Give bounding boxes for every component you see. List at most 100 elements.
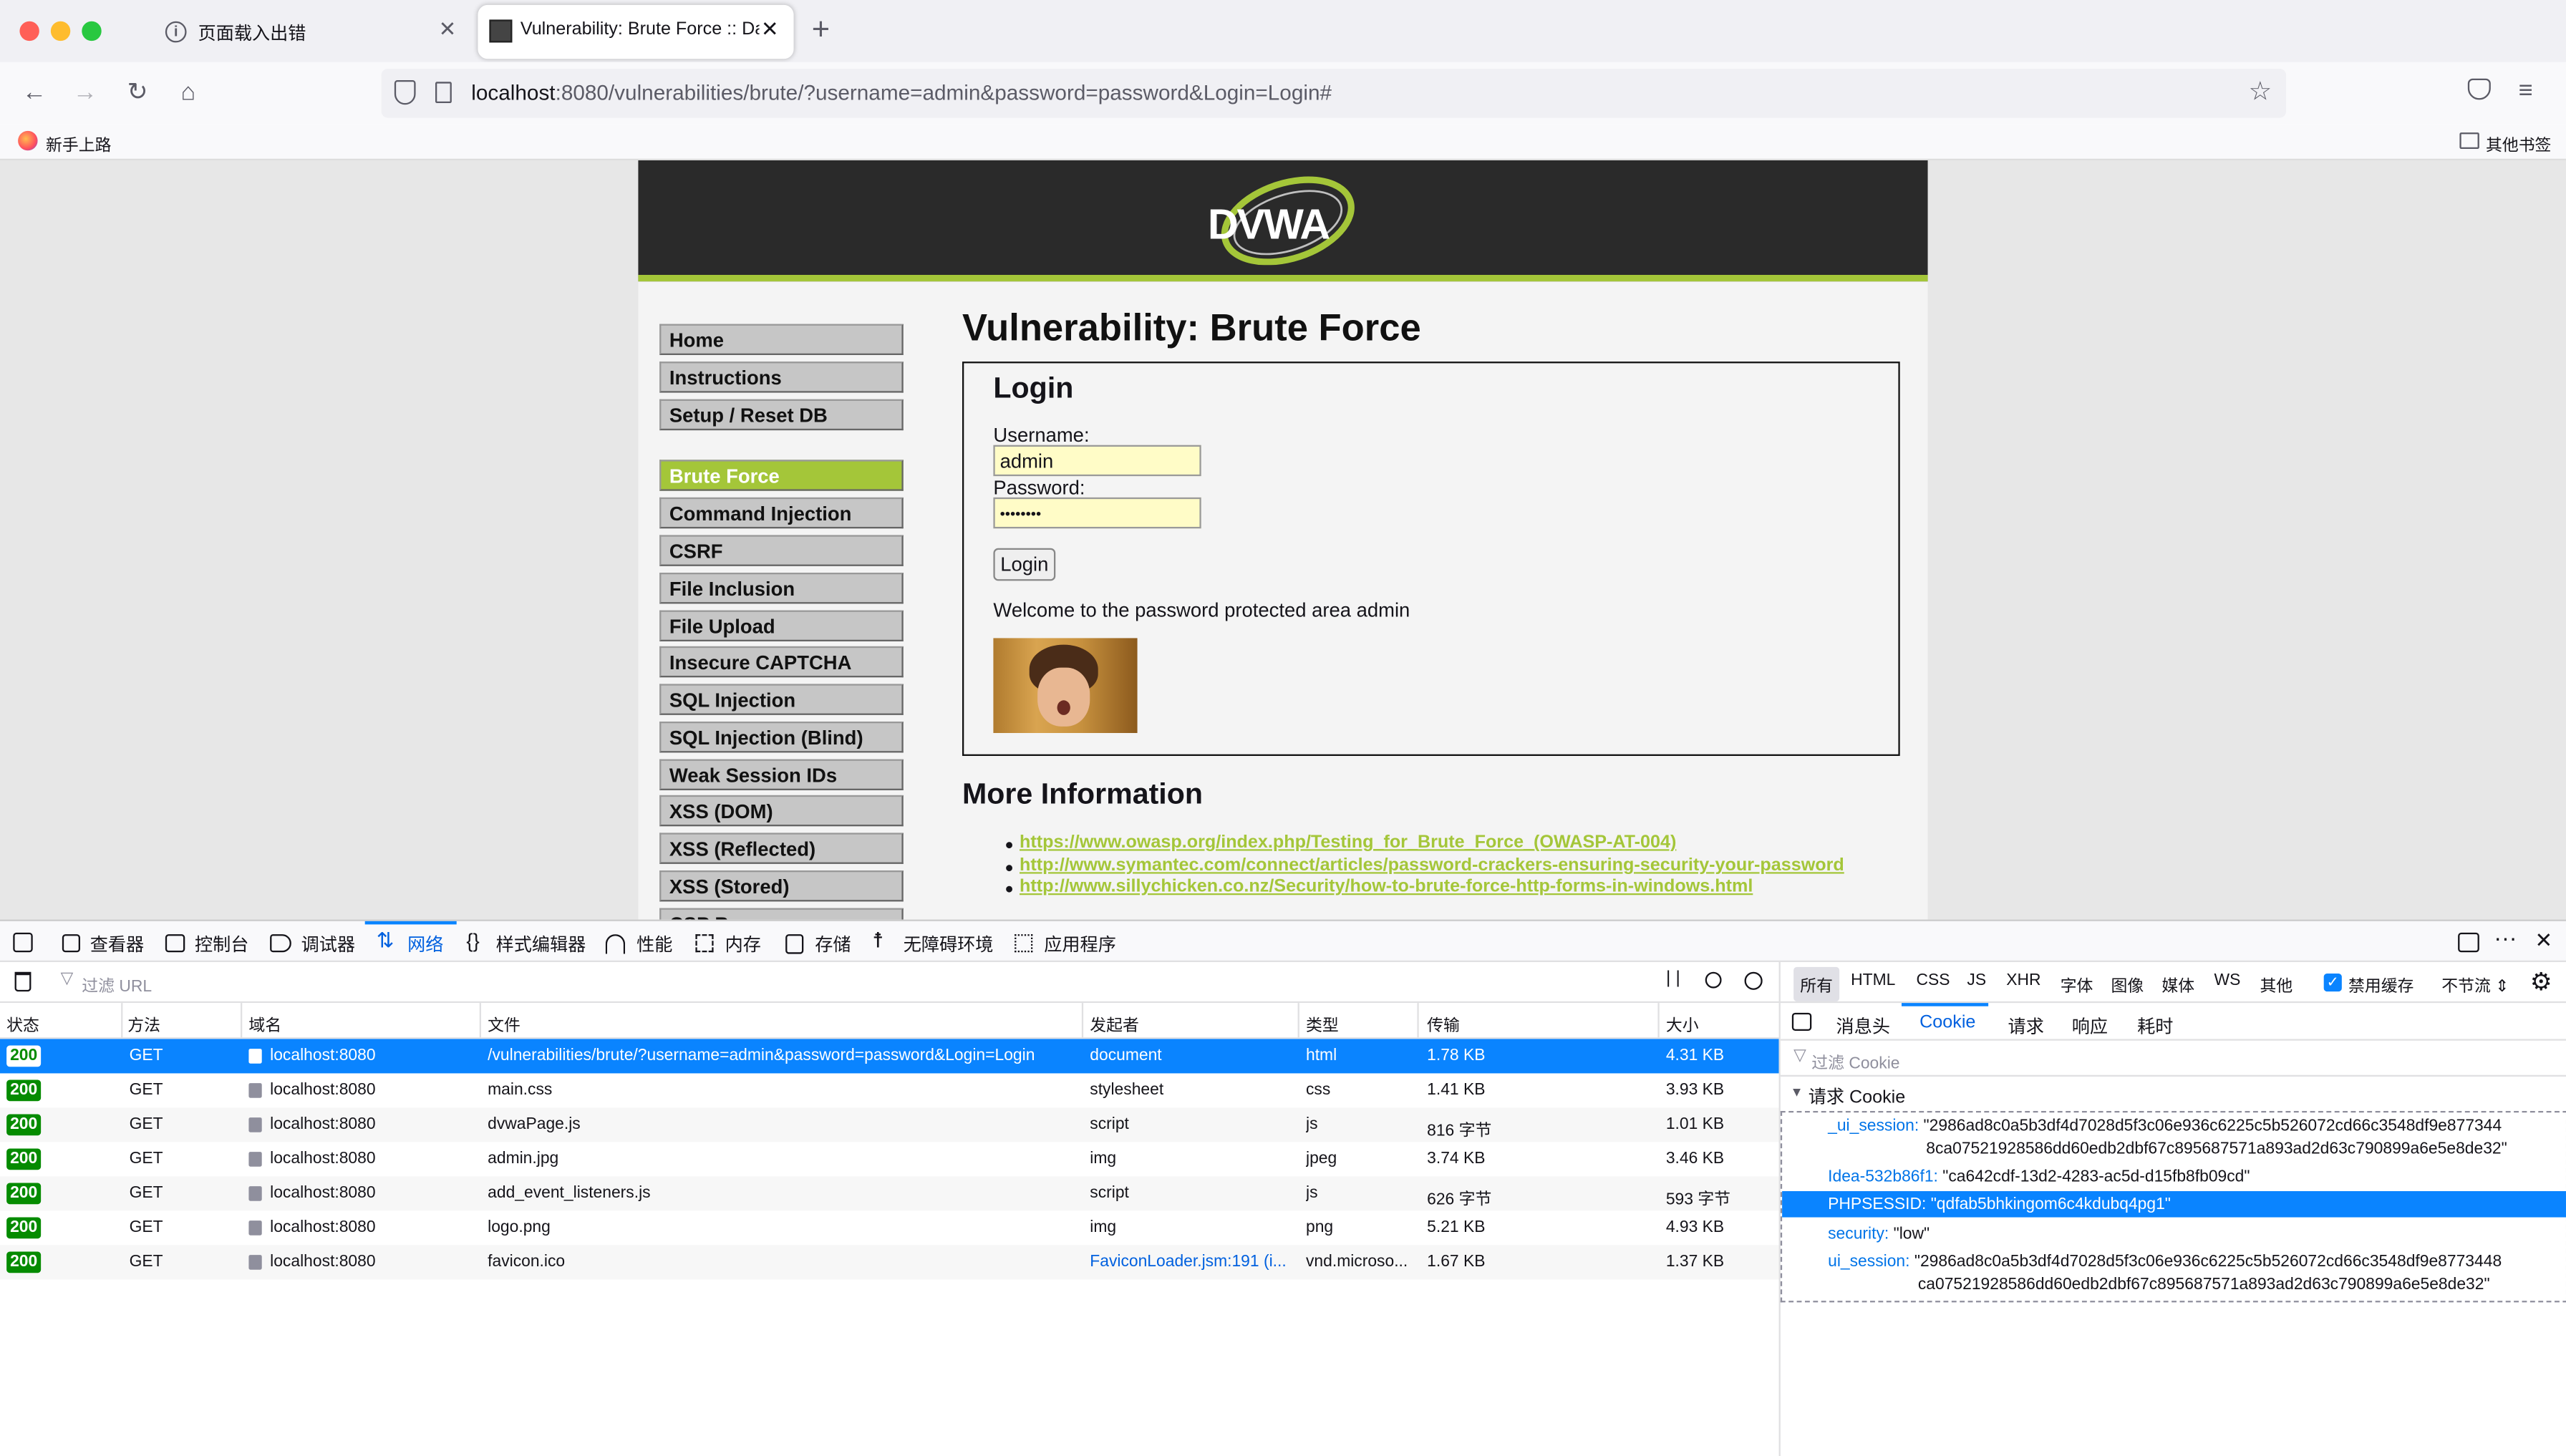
tool-style-editor[interactable]: 样式编辑器 [496, 931, 586, 958]
settings-gear-icon[interactable]: ⚙ [2530, 967, 2552, 996]
menu-file-inclusion[interactable]: File Inclusion [659, 572, 904, 604]
col-status[interactable]: 状态 [6, 1011, 39, 1036]
table-row[interactable]: 200 GET localhost:8080 logo.png img png … [0, 1210, 1779, 1245]
cell-initiator-link[interactable]: FaviconLoader.jsm:191 (i... [1090, 1253, 1292, 1271]
shield-icon[interactable] [394, 79, 416, 105]
tool-storage[interactable]: 存储 [815, 931, 851, 958]
filter-xhr[interactable]: XHR [2006, 972, 2040, 990]
disable-cache-checkbox[interactable]: ✓ [2323, 973, 2342, 992]
link-sillychicken[interactable]: http://www.sillychicken.co.nz/Security/h… [1020, 877, 1753, 896]
password-input[interactable]: •••••••• [993, 497, 1201, 529]
menu-instructions[interactable]: Instructions [659, 361, 904, 393]
new-tab-button[interactable]: + [812, 13, 830, 49]
minimize-window-button[interactable] [50, 21, 71, 42]
cookie-ui-session[interactable]: _ui_session: "2986ad8c0a5b3df4d7028d5f3c… [1828, 1117, 2502, 1135]
link-symantec[interactable]: http://www.symantec.com/connect/articles… [1020, 855, 1844, 875]
cookie-filter-input[interactable]: 过滤 Cookie [1811, 1049, 1899, 1073]
url-bar[interactable]: localhost:8080/vulnerabilities/brute/?us… [381, 68, 2287, 118]
tab-dvwa-brute-force[interactable]: Vulnerability: Brute Force :: Dam ✕ [478, 4, 794, 59]
filter-media[interactable]: 媒体 [2161, 972, 2194, 996]
tab-error-page[interactable]: i 页面载入出错 ✕ [150, 5, 471, 59]
menu-sql-injection[interactable]: SQL Injection [659, 684, 904, 715]
table-row[interactable]: 200 GET localhost:8080 favicon.ico Favic… [0, 1245, 1779, 1280]
menu-file-upload[interactable]: File Upload [659, 610, 904, 641]
tab-cookie[interactable]: Cookie [1919, 1013, 1975, 1032]
menu-csrf[interactable]: CSRF [659, 535, 904, 566]
filter-images[interactable]: 图像 [2111, 972, 2144, 996]
dock-icon[interactable] [2458, 932, 2479, 953]
tool-memory[interactable]: 内存 [725, 931, 761, 958]
cookie-security[interactable]: security: "low" [1828, 1226, 1930, 1243]
disable-cache-label[interactable]: 禁用缓存 [2348, 972, 2414, 996]
col-method[interactable]: 方法 [127, 1011, 160, 1036]
url-filter-input[interactable]: 过滤 URL [82, 972, 152, 996]
url-text[interactable]: localhost:8080/vulnerabilities/brute/?us… [471, 80, 1332, 105]
cookie-idea[interactable]: Idea-532b86f1: "ca642cdf-13d2-4283-ac5d-… [1828, 1168, 2250, 1186]
home-icon[interactable]: ⌂ [173, 79, 203, 108]
col-type[interactable]: 类型 [1306, 1011, 1339, 1036]
menu-insecure-captcha[interactable]: Insecure CAPTCHA [659, 646, 904, 678]
tab-timings[interactable]: 耗时 [2137, 1013, 2173, 1039]
page-icon[interactable] [435, 82, 452, 103]
menu-csp-bypass[interactable]: CSP B [659, 908, 904, 920]
bookmark-star-icon[interactable]: ☆ [2249, 75, 2272, 108]
col-domain[interactable]: 域名 [248, 1011, 281, 1036]
bookmark-getting-started[interactable]: 新手上路 [46, 131, 111, 155]
table-row[interactable]: 200 GET localhost:8080 main.css styleshe… [0, 1073, 1779, 1107]
throttle-select[interactable]: 不节流 ⇕ [2441, 972, 2509, 996]
tab-request[interactable]: 请求 [2008, 1013, 2044, 1039]
filter-js[interactable]: JS [1967, 972, 1986, 990]
pause-icon[interactable]: | | [1666, 969, 1680, 988]
pocket-icon[interactable] [2467, 78, 2491, 100]
table-row[interactable]: 200 GET localhost:8080 /vulnerabilities/… [0, 1039, 1779, 1074]
menu-home[interactable]: Home [659, 324, 904, 355]
col-file[interactable]: 文件 [488, 1011, 521, 1036]
col-size[interactable]: 大小 [1666, 1011, 1699, 1036]
close-tab-icon[interactable]: ✕ [439, 16, 457, 43]
close-tab-icon[interactable]: ✕ [761, 16, 779, 43]
tool-application[interactable]: 应用程序 [1044, 931, 1116, 958]
menu-xss-dom[interactable]: XSS (DOM) [659, 795, 904, 827]
menu-command-injection[interactable]: Command Injection [659, 497, 904, 529]
search-icon[interactable] [1705, 971, 1722, 989]
table-row[interactable]: 200 GET localhost:8080 admin.jpg img jpe… [0, 1142, 1779, 1176]
col-transferred[interactable]: 传输 [1427, 1011, 1460, 1036]
tool-accessibility[interactable]: 无障碍环境 [904, 931, 994, 958]
filter-all[interactable]: 所有 [1793, 966, 1840, 1001]
tool-network[interactable]: 网络 [407, 931, 443, 958]
toggle-sidebar-icon[interactable] [1791, 1012, 1812, 1031]
caret-down-icon[interactable]: ▼ [1791, 1084, 1804, 1100]
reload-icon[interactable]: ↻ [122, 79, 152, 108]
close-devtools-icon[interactable]: ✕ [2535, 928, 2553, 954]
menu-xss-stored[interactable]: XSS (Stored) [659, 870, 904, 902]
filter-other[interactable]: 其他 [2260, 972, 2293, 996]
menu-brute-force[interactable]: Brute Force [659, 460, 904, 491]
tool-performance[interactable]: 性能 [636, 931, 672, 958]
login-button[interactable]: Login [993, 548, 1056, 581]
close-window-button[interactable] [19, 21, 39, 42]
menu-xss-reflected[interactable]: XSS (Reflected) [659, 833, 904, 864]
filter-html[interactable]: HTML [1851, 972, 1895, 990]
trash-icon[interactable] [14, 971, 32, 992]
back-arrow-icon[interactable]: ← [19, 79, 49, 108]
zoom-window-button[interactable] [82, 21, 102, 42]
filter-fonts[interactable]: 字体 [2061, 972, 2093, 996]
filter-ws[interactable]: WS [2214, 972, 2241, 990]
forward-arrow-icon[interactable]: → [70, 79, 100, 108]
tool-inspector[interactable]: 查看器 [90, 931, 144, 958]
table-row[interactable]: 200 GET localhost:8080 dvwaPage.js scrip… [0, 1107, 1779, 1142]
menu-sql-injection-blind[interactable]: SQL Injection (Blind) [659, 721, 904, 753]
cookie-ui-session-2[interactable]: ui_session: "2986ad8c0a5b3df4d7028d5f3c0… [1828, 1253, 2502, 1271]
filter-css[interactable]: CSS [1917, 972, 1950, 990]
element-picker-icon[interactable] [13, 932, 33, 953]
menu-weak-session-ids[interactable]: Weak Session IDs [659, 759, 904, 790]
col-initiator[interactable]: 发起者 [1090, 1011, 1139, 1036]
tool-debugger[interactable]: 调试器 [301, 931, 355, 958]
table-row[interactable]: 200 GET localhost:8080 add_event_listene… [0, 1176, 1779, 1211]
tab-response[interactable]: 响应 [2072, 1013, 2108, 1039]
request-cookie-section[interactable]: 请求 Cookie [1809, 1083, 1906, 1110]
cookie-phpsessid[interactable]: PHPSESSID: "qdfab5bhkingom6c4kdubq4pg1" [1828, 1196, 2171, 1214]
link-owasp[interactable]: https://www.owasp.org/index.php/Testing_… [1020, 833, 1676, 852]
tool-console[interactable]: 控制台 [195, 931, 248, 958]
tab-headers[interactable]: 消息头 [1836, 1013, 1890, 1039]
